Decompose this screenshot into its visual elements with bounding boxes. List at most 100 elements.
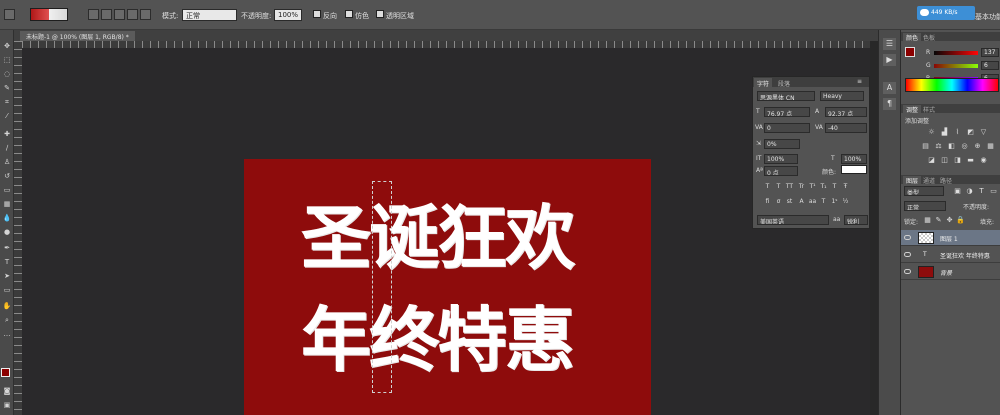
hand-tool-icon[interactable]: ✋: [2, 302, 12, 310]
linear-gradient-button[interactable]: [88, 9, 99, 20]
tab-adjustments[interactable]: 调整: [903, 105, 922, 114]
strikethrough-icon[interactable]: Ŧ: [841, 182, 850, 191]
leading-input[interactable]: 92.37 点: [825, 107, 867, 117]
posterize-icon[interactable]: ◫: [940, 156, 949, 165]
brightness-icon[interactable]: ☼: [927, 128, 936, 137]
selective-color-icon[interactable]: ◉: [979, 156, 988, 165]
reverse-checkbox[interactable]: [313, 10, 321, 18]
radial-gradient-button[interactable]: [101, 9, 112, 20]
lasso-tool-icon[interactable]: ◌: [2, 70, 12, 78]
faux-bold-icon[interactable]: T: [763, 182, 772, 191]
dither-checkbox[interactable]: [345, 10, 353, 18]
titling-alt-icon[interactable]: T: [819, 197, 828, 206]
photo-filter-icon[interactable]: ◎: [960, 142, 969, 151]
dodge-tool-icon[interactable]: ●: [2, 228, 12, 236]
fractions-icon[interactable]: ½: [841, 197, 850, 206]
g-value-input[interactable]: 6: [981, 61, 999, 70]
diamond-gradient-button[interactable]: [140, 9, 151, 20]
clone-stamp-tool-icon[interactable]: ♙: [2, 158, 12, 166]
more-tools-icon[interactable]: …: [2, 330, 12, 338]
tab-swatches[interactable]: 色板: [920, 33, 938, 42]
threshold-icon[interactable]: ◨: [953, 156, 962, 165]
layer-row-3[interactable]: 背景: [901, 264, 1000, 280]
font-family-select[interactable]: 思源黑体 CN: [757, 91, 815, 101]
brush-tool-icon[interactable]: ∕: [2, 144, 12, 152]
tool-preset-picker[interactable]: [4, 9, 15, 20]
tracking-input[interactable]: -40: [825, 123, 867, 133]
color-balance-icon[interactable]: ⚖: [934, 142, 943, 151]
quick-select-tool-icon[interactable]: ✎: [2, 84, 12, 92]
baseline-shift-input[interactable]: 0 点: [764, 166, 798, 176]
filter-pixel-icon[interactable]: ▣: [953, 187, 962, 196]
gradient-swatch[interactable]: [30, 8, 68, 21]
layer-filter-select[interactable]: 类型: [904, 186, 944, 196]
visibility-eye-icon[interactable]: [904, 252, 911, 257]
color-spectrum-ramp[interactable]: [905, 78, 999, 92]
lock-all-icon[interactable]: 🔒: [956, 216, 965, 225]
blend-mode-select[interactable]: 正常: [904, 201, 946, 211]
ligature-icon[interactable]: ﬁ: [763, 197, 772, 206]
color-lookup-icon[interactable]: ▦: [986, 142, 995, 151]
levels-icon[interactable]: ▟: [940, 128, 949, 137]
angle-gradient-button[interactable]: [114, 9, 125, 20]
invert-icon[interactable]: ◪: [927, 156, 936, 165]
artboard[interactable]: 圣诞狂欢 年终特惠: [244, 159, 651, 415]
transparency-checkbox[interactable]: [376, 10, 384, 18]
history-brush-tool-icon[interactable]: ↺: [2, 172, 12, 180]
paragraph-icon[interactable]: ¶: [883, 98, 896, 110]
font-style-select[interactable]: Heavy: [820, 91, 864, 101]
vertical-scale-input[interactable]: 100%: [764, 154, 798, 164]
kerning-input[interactable]: 0: [764, 123, 810, 133]
document-tab[interactable]: 未标题-1 @ 100% (图层 1, RGB/8) *: [20, 31, 135, 41]
vibrance-icon[interactable]: ▽: [979, 128, 988, 137]
layer-row-1[interactable]: 图层 1: [901, 230, 1000, 246]
crop-tool-icon[interactable]: ⌗: [2, 98, 12, 106]
all-caps-icon[interactable]: TT: [785, 182, 794, 191]
panel-menu-icon[interactable]: ≡: [857, 78, 862, 85]
eyedropper-tool-icon[interactable]: ⁄: [2, 112, 12, 120]
filter-type-icon[interactable]: T: [977, 187, 986, 196]
superscript-icon[interactable]: T¹: [808, 182, 817, 191]
type-tool-icon[interactable]: T: [2, 258, 12, 266]
tab-channels[interactable]: 通道: [920, 176, 938, 185]
subscript-icon[interactable]: T₁: [819, 182, 828, 191]
antialias-select[interactable]: 锐利: [844, 215, 868, 225]
headline-line-1[interactable]: 圣诞狂欢: [301, 203, 575, 273]
eraser-tool-icon[interactable]: ▭: [2, 186, 12, 194]
g-slider[interactable]: [934, 64, 978, 68]
r-slider[interactable]: [934, 51, 978, 55]
lock-transparent-icon[interactable]: ▦: [923, 216, 932, 225]
headline-line-2[interactable]: 年终特惠: [301, 305, 575, 375]
path-select-tool-icon[interactable]: ➤: [2, 272, 12, 280]
gradient-map-icon[interactable]: ▬: [966, 156, 975, 165]
underline-icon[interactable]: T: [830, 182, 839, 191]
canvas-area[interactable]: 圣诞狂欢 年终特惠: [22, 48, 870, 415]
swash-icon[interactable]: A: [797, 197, 806, 206]
tab-layers[interactable]: 图层: [903, 176, 922, 185]
channel-mixer-icon[interactable]: ⊕: [973, 142, 982, 151]
text-color-swatch[interactable]: [841, 165, 867, 174]
small-caps-icon[interactable]: Tr: [797, 182, 806, 191]
blur-tool-icon[interactable]: 💧: [2, 214, 12, 222]
workspace-switcher[interactable]: 基本功能: [975, 12, 1000, 22]
move-tool-icon[interactable]: ✥: [2, 42, 12, 50]
tab-styles[interactable]: 样式: [920, 105, 938, 114]
exposure-icon[interactable]: ◩: [966, 128, 975, 137]
font-size-input[interactable]: 76.97 点: [764, 107, 810, 117]
character-icon[interactable]: A: [883, 82, 896, 94]
actions-icon[interactable]: ▶: [883, 54, 896, 66]
filter-shape-icon[interactable]: ▭: [989, 187, 998, 196]
tab-color[interactable]: 颜色: [903, 33, 922, 42]
language-select[interactable]: 美国英语: [757, 215, 829, 225]
marquee-tool-icon[interactable]: ⬚: [2, 56, 12, 64]
stylistic-alt-icon[interactable]: aa: [808, 197, 817, 206]
curves-icon[interactable]: ⌇: [953, 128, 962, 137]
quick-mask-icon[interactable]: ◙: [2, 387, 12, 395]
healing-brush-tool-icon[interactable]: ✚: [2, 130, 12, 138]
discretionary-ligature-icon[interactable]: st: [785, 197, 794, 206]
pen-tool-icon[interactable]: ✒: [2, 244, 12, 252]
gradient-tool-icon[interactable]: ▦: [2, 200, 12, 208]
layer-row-2[interactable]: T 圣诞狂欢 年终特惠: [901, 247, 1000, 263]
lock-position-icon[interactable]: ✥: [945, 216, 954, 225]
tsume-input[interactable]: 0%: [764, 139, 800, 149]
